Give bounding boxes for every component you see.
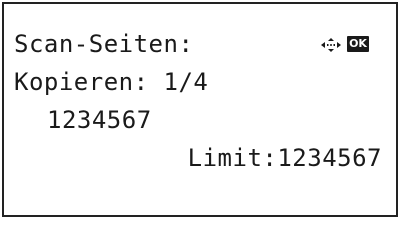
ok-key-icon: OK xyxy=(347,36,369,52)
limit-value: Limit:1234567 xyxy=(187,144,382,172)
lcd-display: Scan-Seiten: OK Kopieren: 1/4 1234567 Li… xyxy=(2,2,398,217)
copies-status: Kopieren: 1/4 xyxy=(14,68,209,96)
four-way-arrow-icon xyxy=(321,38,341,52)
scan-pages-label: Scan-Seiten: xyxy=(14,30,194,58)
page-count-value: 1234567 xyxy=(47,106,152,134)
